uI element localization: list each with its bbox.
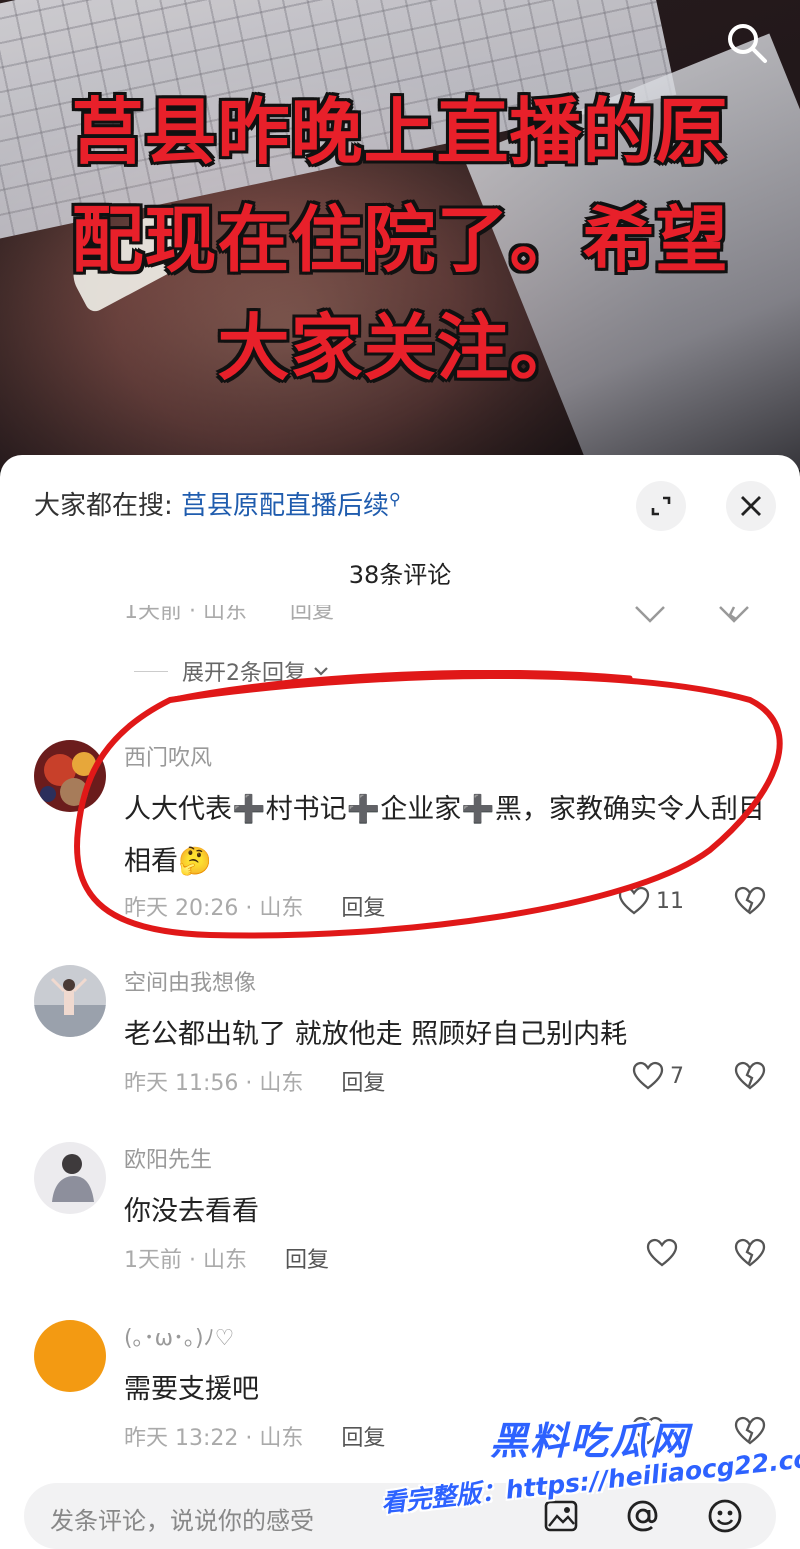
divider [134,670,168,672]
avatar[interactable] [34,965,106,1037]
comment-time: 昨天 13:22 · 山东 [124,1426,304,1451]
comment-username[interactable]: 空间由我想像 [124,965,256,997]
dislike-button[interactable] [734,1061,766,1095]
comment-username[interactable]: 欧阳先生 [124,1142,212,1174]
like-count: 1 [670,1418,684,1444]
chevron-down-icon [314,667,328,676]
reply-button[interactable]: 回复 [290,605,334,624]
comment-time: 1天前 · 山东 [124,605,247,624]
comment-time: 昨天 20:26 · 山东 [124,896,304,921]
search-button[interactable] [724,20,770,66]
previous-comment-meta: 1天前 · 山东 回复 [124,605,370,629]
comment-input-bar[interactable]: 发条评论，说说你的感受 [24,1483,776,1549]
comment-text: 你没去看看 [124,1196,259,1227]
broken-heart-icon [719,606,749,623]
dislike-button[interactable] [734,1416,766,1450]
dislike-button[interactable] [734,1238,766,1272]
comment-time: 1天前 · 山东 [124,1248,247,1273]
comment-text: 人大代表➕村书记➕企业家➕黑，家教确实令人刮目相看🤔 [124,794,765,877]
heart-icon [618,886,650,915]
like-button[interactable]: 7 [632,1061,684,1091]
like-button[interactable]: 11 [618,886,684,916]
avatar[interactable] [34,740,106,812]
heart-icon [646,1238,678,1267]
close-button[interactable] [726,481,776,531]
video-player[interactable]: 莒县昨晚上直播的原配现在住院了。希望大家关注。 [0,0,800,470]
like-button[interactable] [646,1238,684,1268]
comment-text: 老公都出轨了 就放他走 照顾好自己别内耗 [124,1019,628,1050]
broken-heart-icon [734,886,766,915]
avatar[interactable] [34,1320,106,1392]
comment-count: 38条评论 [348,561,452,589]
avatar[interactable] [34,1142,106,1214]
previous-comment-actions [634,605,764,629]
hot-search-prefix: 大家都在搜: [34,491,173,521]
comment-meta: 昨天 13:22 · 山东 回复 [124,1420,385,1452]
hot-search-link[interactable]: 莒县原配直播后续 [181,491,389,521]
heart-icon [632,1416,664,1445]
comment-time: 昨天 11:56 · 山东 [124,1071,304,1096]
broken-heart-icon [734,1238,766,1267]
mention-button[interactable] [620,1493,666,1539]
like-button[interactable]: 1 [632,1416,684,1446]
reply-button[interactable]: 回复 [285,1242,329,1274]
hot-search-bar: 大家都在搜: 莒县原配直播后续⚲ [34,485,401,522]
expand-button[interactable] [636,481,686,531]
broken-heart-icon [734,1416,766,1445]
comment-text: 需要支援吧 [124,1374,259,1405]
expand-replies-button[interactable]: 展开2条回复 [134,655,330,687]
image-icon [544,1500,578,1532]
comment-meta: 昨天 20:26 · 山东 回复 [124,890,385,922]
search-icon [728,24,767,63]
like-count: 7 [670,1063,684,1089]
expand-replies-label: 展开2条回复 [182,661,306,686]
reply-button[interactable]: 回复 [341,1065,385,1097]
close-icon [741,496,761,516]
comment-sheet: 大家都在搜: 莒县原配直播后续⚲ 38条评论 1天前 · 山东 回复 展开2条回… [0,455,800,1549]
reply-button[interactable]: 回复 [341,890,385,922]
heart-icon [635,606,665,623]
comment-meta: 昨天 11:56 · 山东 回复 [124,1065,385,1097]
dislike-button[interactable] [734,886,766,920]
reply-button[interactable]: 回复 [341,1420,385,1452]
comment-input[interactable]: 发条评论，说说你的感受 [50,1501,314,1536]
broken-heart-icon [734,1061,766,1090]
search-icon: ⚲ [389,489,401,509]
expand-icon [651,496,671,516]
at-icon [627,1500,658,1532]
comment-meta: 1天前 · 山东 回复 [124,1242,329,1274]
heart-icon [632,1061,664,1090]
emoji-button[interactable] [702,1493,748,1539]
like-count: 11 [656,888,684,914]
image-button[interactable] [538,1493,584,1539]
video-caption: 莒县昨晚上直播的原配现在住院了。希望大家关注。 [71,90,729,390]
comment-username[interactable]: (｡･ω･｡)ﾉ♡ [124,1320,234,1352]
comment-username[interactable]: 西门吹风 [124,740,212,772]
emoji-icon [708,1499,742,1533]
